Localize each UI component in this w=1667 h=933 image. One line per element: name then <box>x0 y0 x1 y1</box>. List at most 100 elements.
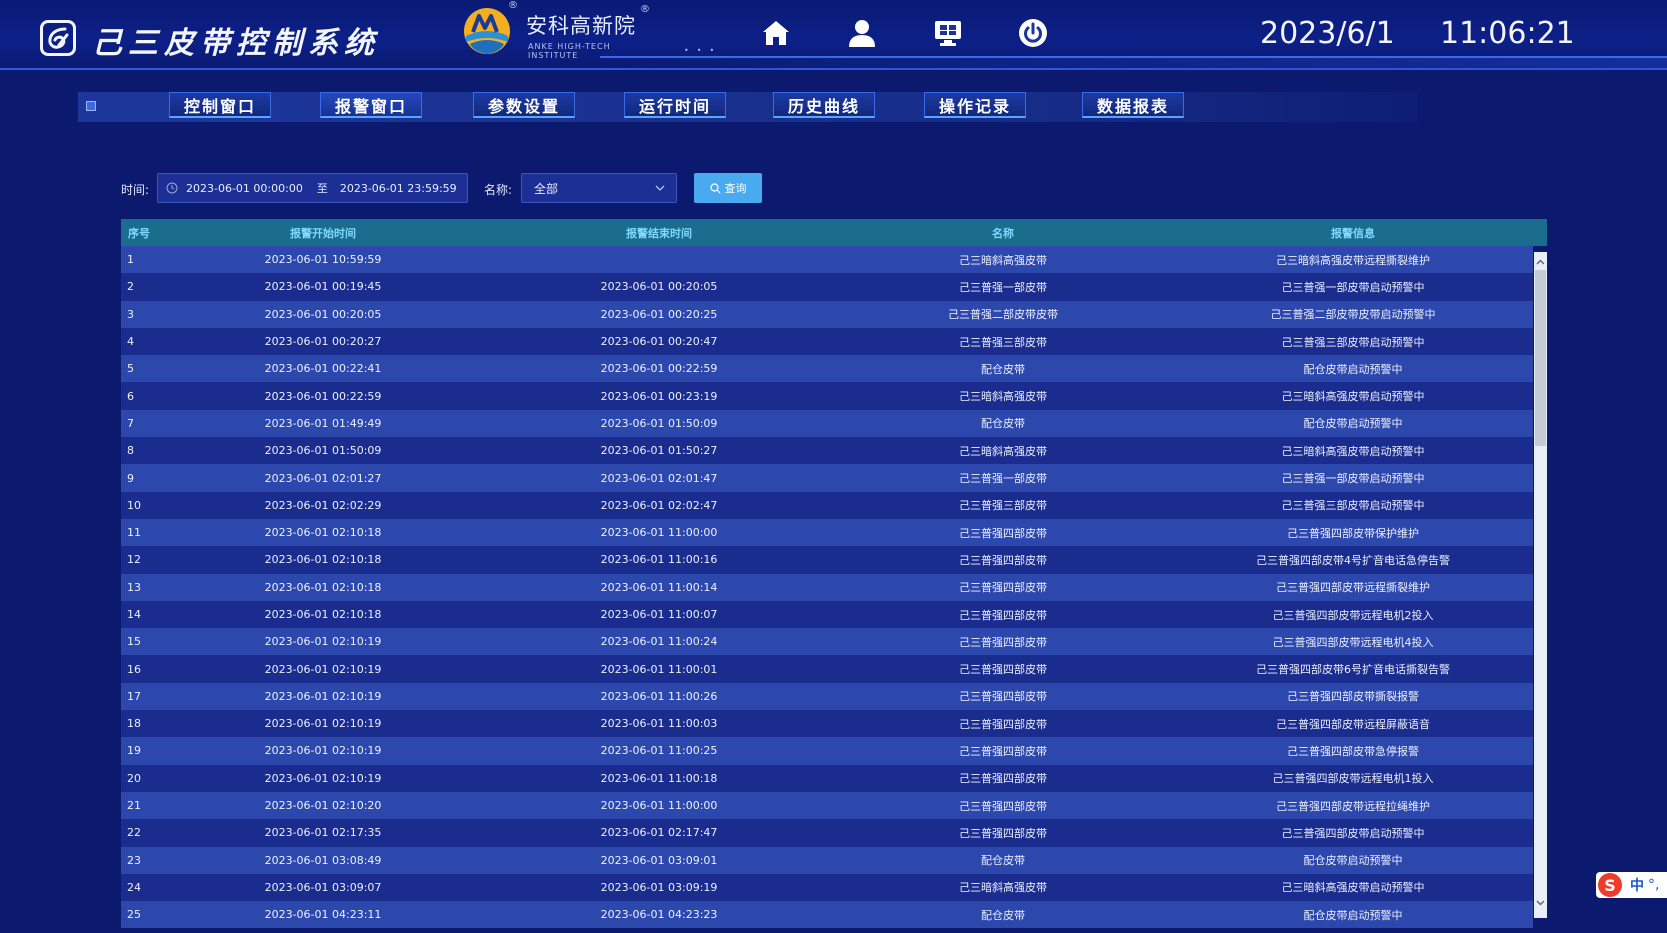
table-row[interactable]: 17 2023-06-01 02:10:19 2023-06-01 11:00:26… <box>121 682 1533 711</box>
table-row[interactable]: 19 2023-06-01 02:10:19 2023-06-01 11:00:25… <box>121 737 1533 765</box>
tab-data-report[interactable]: 数据报表 <box>1082 92 1184 118</box>
table-row[interactable]: 15 2023-06-01 02:10:19 2023-06-01 11:00:24… <box>121 628 1533 656</box>
cell-index: 14 <box>127 608 141 621</box>
table-row[interactable]: 6 2023-06-01 00:22:59 2023-06-01 00:23:19 己… <box>121 382 1533 410</box>
home-icon[interactable] <box>759 16 793 50</box>
cell-end-time: 2023-06-01 11:00:00 <box>600 799 718 813</box>
cell-name: 己三暗斜高强皮带 <box>959 390 1047 404</box>
monitor-icon[interactable] <box>931 16 965 50</box>
tab-alarm-window[interactable]: 报警窗口 <box>320 92 422 118</box>
current-date: 2023/6/1 <box>1260 16 1395 51</box>
table-row[interactable]: 11 2023-06-01 02:10:18 2023-06-01 11:00:00… <box>121 518 1533 547</box>
cell-alarm-info: 己三暗斜高强皮带启动预警中 <box>1281 881 1425 895</box>
table-row[interactable]: 8 2023-06-01 01:50:09 2023-06-01 01:50:27 己… <box>121 437 1533 465</box>
col-header-end-time: 报警结束时间 <box>626 226 692 240</box>
cell-start-time: 2023-06-01 02:10:19 <box>264 744 382 758</box>
tab-operation-log[interactable]: 操作记录 <box>924 92 1026 118</box>
cell-end-time: 2023-06-01 11:00:25 <box>600 744 718 758</box>
cell-name: 己三普强四部皮带 <box>959 826 1047 840</box>
cell-alarm-info: 己三普强四部皮带6号扩音电话撕裂告警 <box>1256 663 1450 677</box>
power-icon[interactable] <box>1016 16 1050 50</box>
header-dots: ••• <box>684 46 723 55</box>
table-row[interactable]: 4 2023-06-01 00:20:27 2023-06-01 00:20:47 己… <box>121 327 1533 356</box>
cell-index: 13 <box>127 580 141 594</box>
cell-start-time: 2023-06-01 02:10:19 <box>264 662 382 676</box>
cell-index: 23 <box>127 853 141 867</box>
query-button[interactable]: 查询 <box>694 173 762 203</box>
table-row[interactable]: 12 2023-06-01 02:10:18 2023-06-01 11:00:16… <box>121 546 1533 574</box>
tab-parameter-settings[interactable]: 参数设置 <box>473 92 575 118</box>
table-row[interactable]: 20 2023-06-01 02:10:19 2023-06-01 11:00:18… <box>121 764 1533 792</box>
cell-start-time: 2023-06-01 02:10:19 <box>264 717 382 731</box>
cell-start-time: 2023-06-01 03:09:07 <box>264 880 382 894</box>
cell-end-time: 2023-06-01 11:00:24 <box>600 635 718 649</box>
cell-index: 3 <box>127 307 134 321</box>
table-row[interactable]: 25 2023-06-01 04:23:11 2023-06-01 04:23:23… <box>121 901 1533 929</box>
cell-index: 20 <box>127 771 141 785</box>
system-title: 己三皮带控制系统 <box>92 26 380 61</box>
tab-history-curve[interactable]: 历史曲线 <box>773 92 875 118</box>
cell-name: 配仓皮带 <box>981 417 1025 431</box>
table-row[interactable]: 10 2023-06-01 02:02:29 2023-06-01 02:02:47… <box>121 491 1533 519</box>
cell-name: 配仓皮带 <box>981 854 1025 868</box>
scroll-up-icon[interactable] <box>1535 257 1546 268</box>
name-select[interactable]: 全部 <box>521 173 677 203</box>
table-row[interactable]: 13 2023-06-01 02:10:18 2023-06-01 11:00:14… <box>121 573 1533 601</box>
cell-name: 配仓皮带 <box>981 362 1025 376</box>
table-row[interactable]: 5 2023-06-01 00:22:41 2023-06-01 00:22:59 配… <box>121 355 1533 383</box>
tab-run-time[interactable]: 运行时间 <box>624 92 726 118</box>
table-row[interactable]: 14 2023-06-01 02:10:18 2023-06-01 11:00:07… <box>121 600 1533 629</box>
start-time-input[interactable]: 2023-06-01 00:00:00 <box>186 182 303 195</box>
cell-name: 己三普强四部皮带 <box>959 526 1047 540</box>
table-row[interactable]: 24 2023-06-01 03:09:07 2023-06-01 03:09:19… <box>121 873 1533 902</box>
end-time-input[interactable]: 2023-06-01 23:59:59 <box>340 182 457 195</box>
cell-end-time: 2023-06-01 11:00:26 <box>600 689 718 703</box>
table-row[interactable]: 16 2023-06-01 02:10:19 2023-06-01 11:00:01… <box>121 655 1533 683</box>
table-row[interactable]: 18 2023-06-01 02:10:19 2023-06-01 11:00:03… <box>121 710 1533 738</box>
sogou-icon: S <box>1598 873 1622 897</box>
scrollbar-thumb[interactable] <box>1535 270 1546 446</box>
cell-start-time: 2023-06-01 00:19:45 <box>264 280 382 294</box>
cell-start-time: 2023-06-01 02:10:18 <box>264 580 382 594</box>
cell-index: 19 <box>127 744 141 758</box>
cell-start-time: 2023-06-01 00:22:59 <box>264 389 382 403</box>
table-row[interactable]: 21 2023-06-01 02:10:20 2023-06-01 11:00:00… <box>121 791 1533 820</box>
cell-alarm-info: 己三普强四部皮带4号扩音电话急停告警 <box>1256 553 1450 567</box>
cell-alarm-info: 己三普强三部皮带启动预警中 <box>1281 335 1425 349</box>
table-row[interactable]: 23 2023-06-01 03:08:49 2023-06-01 03:09:01… <box>121 846 1533 874</box>
cell-start-time: 2023-06-01 02:10:18 <box>264 608 382 621</box>
cell-start-time: 2023-06-01 02:10:19 <box>264 635 382 649</box>
cell-name: 己三普强四部皮带 <box>959 799 1047 813</box>
ime-indicator[interactable]: S 中 °, <box>1596 872 1667 898</box>
cell-alarm-info: 己三普强四部皮带撕裂报警 <box>1287 690 1419 704</box>
current-time: 11:06:21 <box>1440 16 1575 51</box>
cell-start-time: 2023-06-01 00:20:27 <box>264 335 382 349</box>
cell-index: 22 <box>127 826 141 840</box>
user-icon[interactable] <box>845 16 879 50</box>
table-row[interactable]: 22 2023-06-01 02:17:35 2023-06-01 02:17:47… <box>121 819 1533 847</box>
cell-start-time: 2023-06-01 02:01:27 <box>264 471 382 485</box>
cell-alarm-info: 己三普强一部皮带启动预警中 <box>1281 280 1425 294</box>
table-row[interactable]: 7 2023-06-01 01:49:49 2023-06-01 01:50:09 配… <box>121 409 1533 438</box>
query-button-label: 查询 <box>724 182 747 195</box>
cell-index: 15 <box>127 635 141 649</box>
table-row[interactable]: 2 2023-06-01 00:19:45 2023-06-01 00:20:05 己… <box>121 273 1533 301</box>
cell-index: 16 <box>127 662 141 676</box>
cell-start-time: 2023-06-01 00:22:41 <box>264 362 382 376</box>
cell-start-time: 2023-06-01 02:10:18 <box>264 526 382 540</box>
table-row[interactable]: 3 2023-06-01 00:20:05 2023-06-01 00:20:25 己… <box>121 300 1533 328</box>
cell-index: 9 <box>127 471 134 485</box>
cell-start-time: 2023-06-01 01:49:49 <box>264 416 382 430</box>
header-decoration <box>600 56 1667 70</box>
cell-end-time: 2023-06-01 11:00:00 <box>600 526 718 540</box>
table-row[interactable]: 9 2023-06-01 02:01:27 2023-06-01 02:01:47 己… <box>121 464 1533 492</box>
table-row[interactable]: 1 2023-06-01 10:59:59 己三暗斜高强皮带 己三暗斜高强皮带远程撕裂… <box>121 246 1533 274</box>
cell-name: 己三普强四部皮带 <box>959 608 1047 622</box>
brand-name: 安科高新院 <box>526 14 636 38</box>
scroll-down-icon[interactable] <box>1535 897 1546 908</box>
table-body: 1 2023-06-01 10:59:59 己三暗斜高强皮带 己三暗斜高强皮带远程撕裂… <box>121 246 1533 929</box>
cell-name: 己三普强四部皮带 <box>959 581 1047 595</box>
date-range-picker[interactable]: 2023-06-01 00:00:00 至 2023-06-01 23:59:5… <box>157 173 468 203</box>
name-select-value: 全部 <box>534 181 559 196</box>
tab-control-window[interactable]: 控制窗口 <box>169 92 271 118</box>
